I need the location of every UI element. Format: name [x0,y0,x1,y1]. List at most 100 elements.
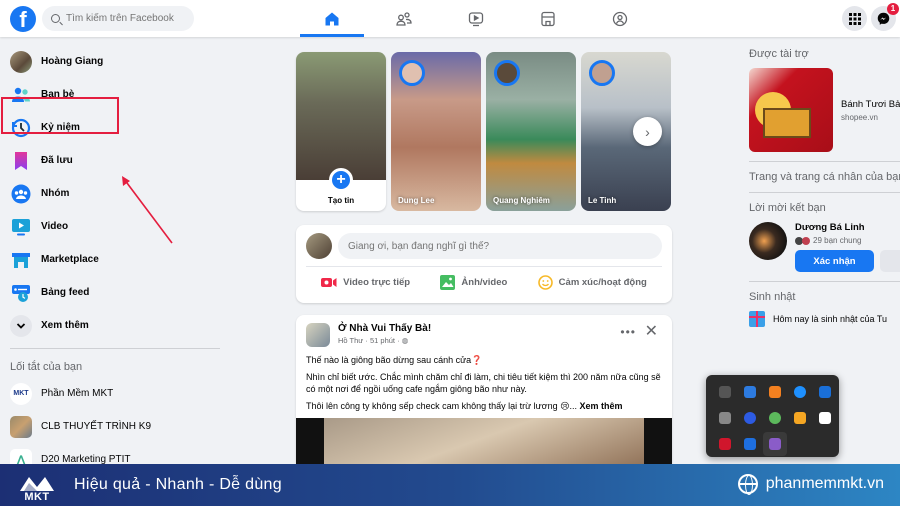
tray-item[interactable] [738,380,762,404]
tray-item[interactable] [788,380,812,404]
search-box[interactable] [42,6,194,31]
cloudflare-icon [769,386,781,398]
news-feed: + Tạo tin Dung Lee Quang Nghiêm Le Tinh … [296,52,672,475]
right-rail: Được tài trợ Bánh Tươi Bảo Ngọc shopee.v… [749,48,900,327]
app-red-icon [719,438,731,450]
tray-item[interactable] [713,432,737,456]
stories-next-button[interactable]: › [633,117,662,146]
post-line-1: Thế nào là giông bão dừng sau cánh cửa❓ [306,355,483,365]
store-icon [12,252,30,268]
action-label: Video trực tiếp [343,276,411,288]
tray-item[interactable] [763,380,787,404]
divider [749,192,900,193]
vpn-arrow-icon [794,412,806,424]
logo-text: MKT [24,491,50,503]
annotation-arrow [122,176,173,244]
top-bar: f 1 [0,0,900,37]
tab-watch[interactable] [444,0,508,37]
confirm-button[interactable]: Xác nhận [795,250,874,272]
menu-button[interactable] [842,6,867,31]
tab-friends[interactable] [372,0,436,37]
stories-tray: + Tạo tin Dung Lee Quang Nghiêm Le Tinh … [296,52,672,211]
more-options-button[interactable]: ••• [620,325,636,339]
friends-icon [396,11,412,26]
post-time[interactable]: 51 phút [370,336,395,345]
sidebar-item-feeds[interactable]: Bảng feed [0,276,230,309]
globe-icon [737,474,758,495]
tray-item[interactable] [713,406,737,430]
chevron-down-icon [16,322,26,329]
shortcut-item[interactable]: MKT Phần Mềm MKT [0,377,230,410]
shortcut-item[interactable]: CLB THUYẾT TRÌNH K9 [0,410,230,443]
skype-icon [719,386,731,398]
messenger-button[interactable]: 1 [871,3,899,31]
see-more-link[interactable]: Xem thêm [579,401,622,411]
highlight-box [1,97,119,134]
store-icon [541,11,555,26]
ad-title: Bánh Tươi Bảo Ngọc [841,98,900,110]
close-icon: ✕ [644,323,658,340]
sidebar-item-saved[interactable]: Đã lưu [0,144,230,177]
tray-item[interactable] [713,380,737,404]
friend-request: Dương Bá Linh 29 bạn chung Xác nhận [749,222,900,272]
sidebar-item-label: Video [41,221,69,232]
tray-item[interactable] [813,406,837,430]
avatar [10,50,32,73]
chevron-right-icon: › [645,123,650,140]
tray-item[interactable] [813,380,837,404]
sidebar-item-label: Nhóm [41,188,70,199]
requester-avatar[interactable] [749,222,787,260]
video-icon [468,11,484,26]
tray-item[interactable] [763,432,787,456]
sidebar-item-profile[interactable]: Hoàng Giang [0,45,230,78]
plus-icon: + [329,168,353,192]
pages-heading: Trang và trang cá nhân của bạn [749,171,900,183]
website-url[interactable]: phanmemmkt.vn [766,475,884,493]
tab-marketplace[interactable] [516,0,580,37]
sidebar-item-video[interactable]: Video [0,210,230,243]
tab-home[interactable] [300,0,364,37]
grid-menu-icon [848,12,861,25]
post-composer: Video trực tiếp Ảnh/video Cảm xúc/hoạt đ… [296,225,672,303]
story-card[interactable]: Dung Lee [391,52,481,211]
sidebar-item-marketplace[interactable]: Marketplace [0,243,230,276]
sidebar-item-label: Bảng feed [41,287,90,298]
live-video-button[interactable]: Video trực tiếp [321,271,410,293]
birthday-item[interactable]: Hôm nay là sinh nhật của Tu [749,311,900,327]
sidebar-item-groups[interactable]: Nhóm [0,177,230,210]
page-avatar[interactable] [306,323,330,347]
main-nav [300,0,660,37]
zoom-app-icon [744,412,756,424]
sidebar-item-see-more[interactable]: Xem thêm [0,309,230,342]
story-avatar [494,60,520,86]
post-line-2: Nhìn chỉ biết ước. Chắc mình chăm chỉ đi… [306,372,661,394]
globe-icon: ◍ [401,336,409,345]
emoji-icon [537,274,553,290]
friend-requests-heading: Lời mời kết bạn [749,202,826,214]
tab-groups[interactable] [588,0,652,37]
post-author[interactable]: Hồ Thư [338,336,363,345]
photo-video-button[interactable]: Ảnh/video [440,271,507,293]
search-input[interactable] [66,13,186,24]
sponsored-ad[interactable]: Bánh Tươi Bảo Ngọc shopee.vn [749,68,900,152]
more-dots-icon: ••• [620,325,636,339]
system-tray-overflow [706,375,839,457]
tray-item[interactable] [763,406,787,430]
feeling-button[interactable]: Cảm xúc/hoạt động [537,271,647,293]
website[interactable]: phanmemmkt.vn [737,474,884,495]
post-meta: Hồ Thư · 51 phút · ◍ [338,336,409,345]
create-story-card[interactable]: + Tạo tin [296,52,386,211]
hide-post-button[interactable]: ✕ [645,321,658,341]
post-page-name[interactable]: Ở Nhà Vui Thấy Bà! [338,323,431,334]
groups-icon [11,184,31,203]
requester-name[interactable]: Dương Bá Linh [795,222,900,233]
facebook-logo[interactable]: f [10,6,36,32]
status-input[interactable] [338,233,662,259]
tray-item[interactable] [738,432,762,456]
pen-feather-icon [769,438,781,450]
tray-item[interactable] [788,406,812,430]
story-card[interactable]: Quang Nghiêm [486,52,576,211]
tray-item[interactable] [738,406,762,430]
divider [749,161,900,162]
delete-button[interactable] [880,250,900,272]
